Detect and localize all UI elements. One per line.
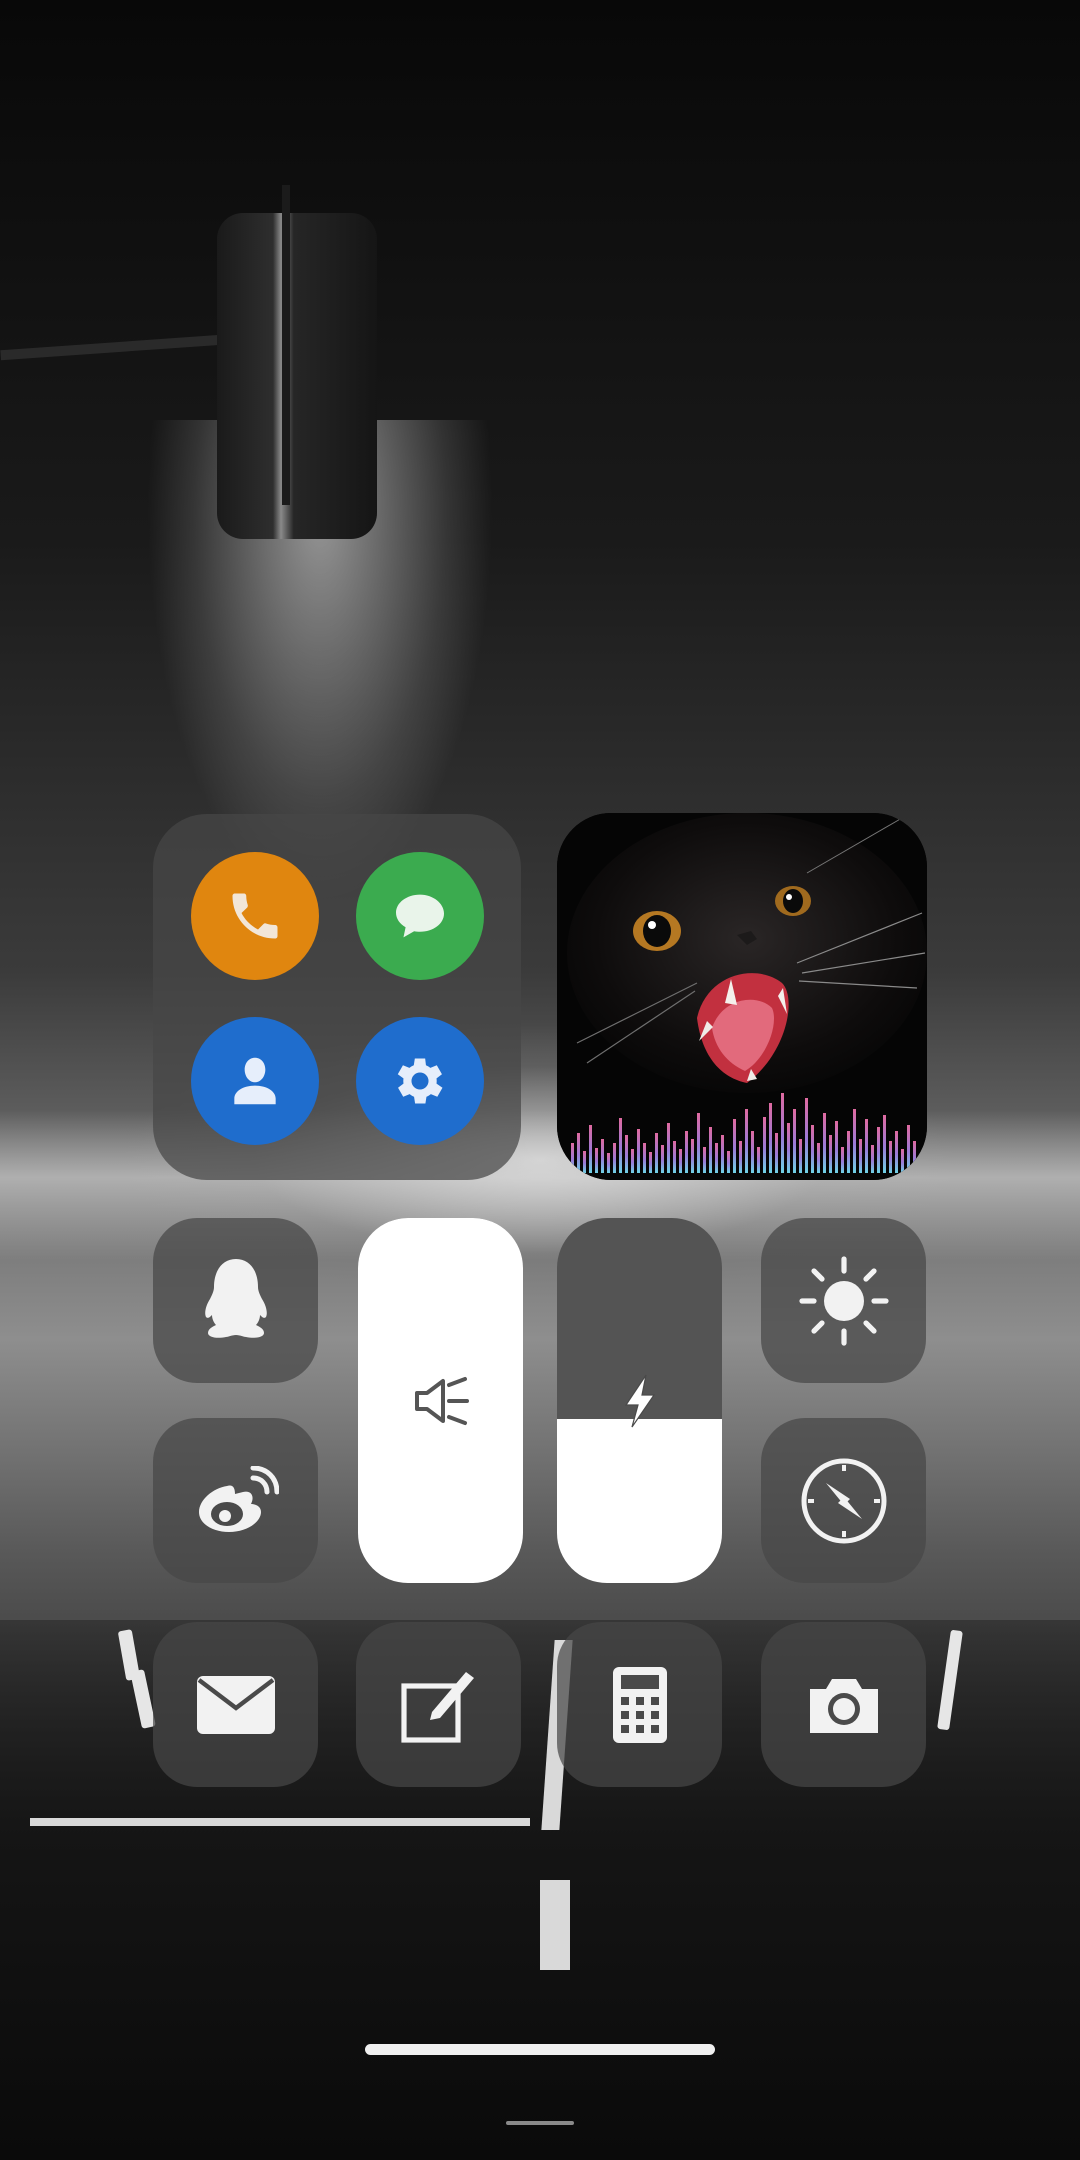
lane-marking: [540, 1880, 570, 1970]
weibo-button[interactable]: [153, 1418, 318, 1583]
contacts-button[interactable]: [191, 1017, 319, 1145]
chat-bubble-icon: [396, 894, 444, 938]
camera-icon: [809, 1678, 878, 1733]
camera-button[interactable]: [761, 1622, 926, 1787]
note-edit-icon: [400, 1671, 474, 1743]
flashlight-slider[interactable]: [358, 1218, 523, 1583]
qq-button[interactable]: [153, 1218, 318, 1383]
gear-icon: [397, 1058, 443, 1104]
notes-button[interactable]: [356, 1622, 521, 1787]
phone-button[interactable]: [191, 852, 319, 980]
phone-icon: [232, 893, 278, 939]
quick-apps-panel: [153, 814, 521, 1180]
lamp-pole: [282, 185, 290, 505]
display-brightness-button[interactable]: [761, 1218, 926, 1383]
brightness-slider[interactable]: [557, 1218, 722, 1583]
compass-button[interactable]: [761, 1418, 926, 1583]
mail-button[interactable]: [153, 1622, 318, 1787]
sun-icon: [798, 1255, 889, 1346]
penguin-icon: [204, 1258, 267, 1338]
weibo-eye-icon: [198, 1465, 279, 1532]
gesture-handle[interactable]: [506, 2121, 574, 2125]
person-icon: [234, 1057, 276, 1105]
flashlight-icon: [414, 1376, 469, 1425]
calculator-icon: [612, 1666, 667, 1743]
mail-icon: [196, 1675, 275, 1734]
black-cat-artwork: [557, 813, 927, 1180]
lightning-icon: [624, 1374, 655, 1427]
home-indicator[interactable]: [365, 2044, 715, 2055]
messages-button[interactable]: [356, 852, 484, 980]
media-player-tile[interactable]: [557, 813, 927, 1180]
settings-button[interactable]: [356, 1017, 484, 1145]
road-edge-line: [30, 1818, 530, 1826]
calculator-button[interactable]: [557, 1622, 722, 1787]
streetlight-lamp: [217, 213, 377, 539]
compass-icon: [801, 1458, 886, 1543]
